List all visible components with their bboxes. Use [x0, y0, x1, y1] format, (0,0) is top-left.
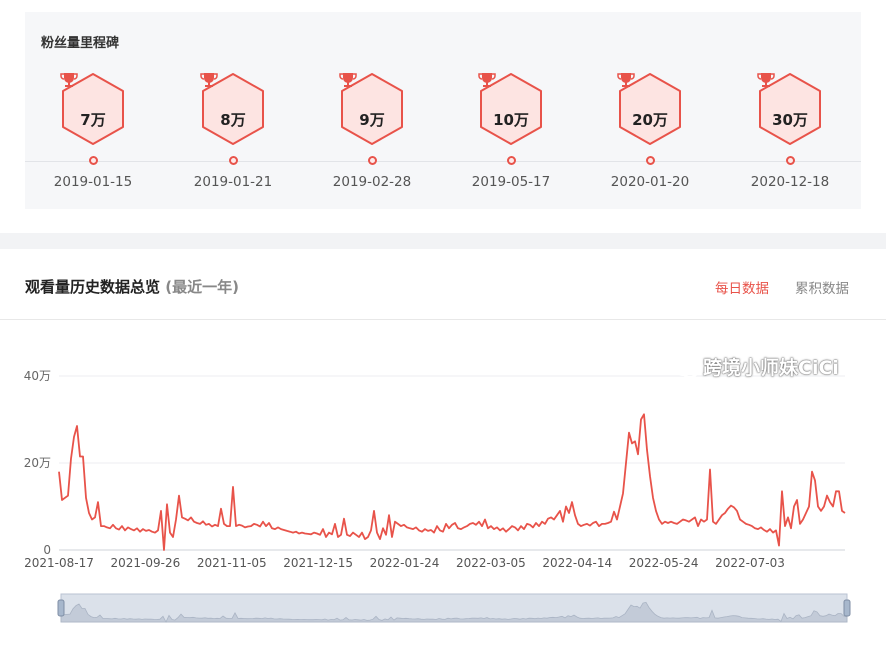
x-tick-label: 2022-05-24 [629, 556, 699, 570]
x-tick-label: 2022-01-24 [370, 556, 440, 570]
views-line-chart: 0 20万 40万 2021-08-17 2021-09-26 2021-11-05 202… [24, 369, 851, 623]
series-line [58, 413, 846, 551]
watermark-text: 跨境小师妹CiCi [703, 357, 839, 379]
wechat-icon [673, 359, 699, 378]
y-tick-label: 40万 [24, 369, 51, 383]
x-tick-label: 2022-07-03 [715, 556, 785, 570]
x-tick-label: 2022-04-14 [542, 556, 612, 570]
zoom-handle-left[interactable] [57, 599, 65, 617]
x-tick-label: 2021-08-17 [24, 556, 94, 570]
y-tick-label: 0 [43, 543, 51, 557]
x-tick-label: 2021-11-05 [197, 556, 267, 570]
y-tick-label: 20万 [24, 456, 51, 470]
x-tick-label: 2021-12-15 [283, 556, 353, 570]
x-tick-label: 2021-09-26 [110, 556, 180, 570]
watermark: 跨境小师妹CiCi [673, 353, 839, 380]
x-tick-label: 2022-03-05 [456, 556, 526, 570]
zoom-handle-right[interactable] [843, 599, 851, 617]
